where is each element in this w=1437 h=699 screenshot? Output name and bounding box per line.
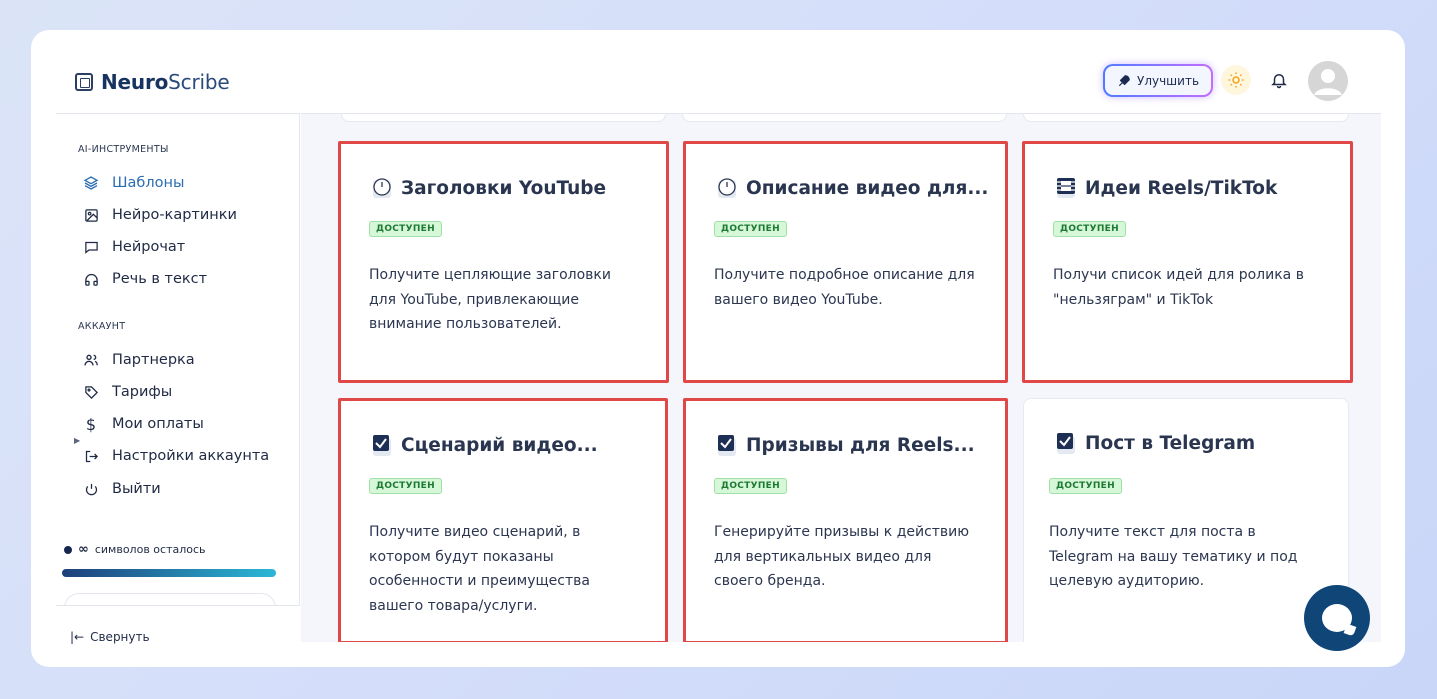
tag-icon [82,383,100,401]
layers-icon [82,174,100,192]
card-description: Получите текст для поста в Telegram на в… [1049,524,1298,589]
users-icon [82,351,100,369]
card-description: Получите видео сценарий, в котором будут… [369,524,590,614]
bell-icon [1271,74,1287,89]
collapse-area: |← Свернуть [56,605,300,667]
sidebar-item-label: Нейро-картинки [112,207,237,223]
sidebar-item-speech-to-text[interactable]: Речь в текст [82,270,207,288]
card-title: Идеи Reels/TikTok [1085,177,1278,199]
user-avatar-icon [1308,61,1348,101]
card-description: Получите цепляющие заголовки для YouTube… [369,267,611,332]
status-badge: ДОСТУПЕН [1049,478,1122,494]
notifications-button[interactable] [1267,68,1291,92]
image-icon [82,206,100,224]
usage-indicator: ∞ символов осталось [64,542,206,557]
card-title: Заголовки YouTube [401,177,607,199]
checkbox-icon [716,433,738,457]
section-title-ai: AI-ИНСТРУМЕНТЫ [78,144,169,155]
theme-toggle-button[interactable] [1221,65,1251,95]
collapse-label: Свернуть [90,630,150,644]
main-content: Заголовки YouTube ДОСТУПЕН Получите цепл… [301,113,1381,642]
support-chat-button[interactable] [1304,585,1370,651]
chat-bubble-icon [1322,604,1352,632]
sidebar-item-neurochat[interactable]: Нейрочат [82,238,185,256]
caret-right-icon[interactable]: ▶ [74,436,80,445]
card-description: Получи список идей для ролика в "нельзяг… [1053,267,1304,308]
checkbox-icon [371,433,393,457]
card-title: Пост в Telegram [1085,432,1256,454]
card-title: Описание видео для... [746,177,989,199]
upgrade-button[interactable]: Улучшить [1103,64,1213,97]
sidebar-item-label: Нейрочат [112,239,186,255]
template-card-reels-cta[interactable]: Призывы для Reels... ДОСТУПЕН Генерируйт… [683,398,1008,642]
rocket-icon [1118,74,1130,86]
card-stub [1023,114,1349,122]
collapse-icon: |← [70,630,85,644]
avatar[interactable] [1308,61,1348,101]
sidebar-item-label: Выйти [112,481,161,497]
template-card-reels-ideas[interactable]: Идеи Reels/TikTok ДОСТУПЕН Получи список… [1022,141,1353,383]
app-window: NeuroScribe Улучшить AI-ИНСТРУМЕНТЫ Шабл… [31,30,1405,667]
status-badge: ДОСТУПЕН [714,478,787,494]
logo-bold: Neuro [101,70,169,94]
film-icon [1055,176,1077,200]
logo[interactable]: NeuroScribe [75,70,230,94]
dollar-icon: $ [85,414,97,434]
status-badge: ДОСТУПЕН [369,478,442,494]
logo-icon [75,73,93,91]
usage-dot [64,545,72,554]
usage-text: символов осталось [94,543,206,556]
clock-icon [716,176,738,200]
clock-icon [371,176,393,200]
sidebar-item-payments[interactable]: $ Мои оплаты [82,414,204,434]
template-card-video-description[interactable]: Описание видео для... ДОСТУПЕН Получите … [683,141,1008,383]
collapse-button[interactable]: |← Свернуть [70,630,150,644]
card-title: Сценарий видео... [401,434,598,456]
section-title-account: АККАУНТ [78,321,126,332]
template-card-telegram-post[interactable]: Пост в Telegram ДОСТУПЕН Получите текст … [1023,398,1349,642]
sidebar: AI-ИНСТРУМЕНТЫ Шаблоны Нейро-картинки Не… [56,113,300,667]
card-title: Призывы для Reels... [746,434,975,456]
sidebar-item-logout[interactable]: Выйти [82,480,161,498]
sidebar-item-label: Речь в текст [112,271,208,287]
card-description: Генерируйте призывы к действию для верти… [714,524,970,589]
logo-light: Scribe [168,70,230,94]
status-badge: ДОСТУПЕН [714,221,787,237]
sidebar-item-label: Шаблоны [112,175,185,191]
sun-icon [1228,72,1244,88]
card-description: Получите подробное описание для вашего в… [714,267,975,308]
card-stub [682,114,1007,122]
status-badge: ДОСТУПЕН [369,221,442,237]
upgrade-label: Улучшить [1137,73,1200,88]
power-icon [82,480,100,498]
headphones-icon [82,270,100,288]
sign-in-icon [82,447,100,465]
sidebar-item-label: Тарифы [112,384,173,400]
usage-symbol: ∞ [78,542,89,557]
card-stub [341,114,666,122]
sidebar-item-label: Партнерка [112,352,195,368]
chat-icon [82,238,100,256]
sidebar-item-label: Настройки аккаунта [112,448,270,464]
sidebar-item-tariffs[interactable]: Тарифы [82,383,172,401]
sidebar-item-partners[interactable]: Партнерка [82,351,195,369]
sidebar-item-templates[interactable]: Шаблоны [82,174,184,192]
sidebar-item-neuro-images[interactable]: Нейро-картинки [82,206,237,224]
usage-progress-bar [62,569,276,577]
sidebar-item-label: Мои оплаты [112,416,204,432]
template-card-youtube-titles[interactable]: Заголовки YouTube ДОСТУПЕН Получите цепл… [338,141,669,383]
status-badge: ДОСТУПЕН [1053,221,1126,237]
template-card-video-script[interactable]: Сценарий видео... ДОСТУПЕН Получите виде… [338,398,668,642]
sidebar-item-account-settings[interactable]: Настройки аккаунта [82,447,269,465]
checkbox-icon [1055,431,1077,455]
